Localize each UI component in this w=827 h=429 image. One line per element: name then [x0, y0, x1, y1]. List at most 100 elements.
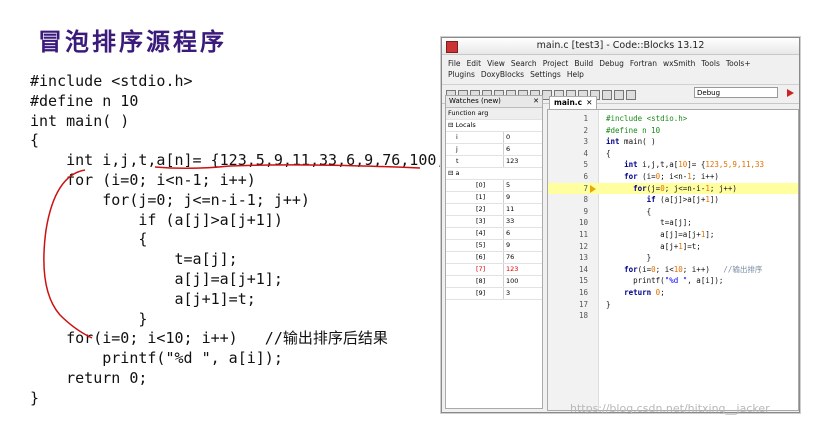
- watch-row[interactable]: Function arg: [446, 108, 542, 120]
- code-line: t=a[j];: [30, 250, 238, 269]
- watch-row[interactable]: [5] 9: [446, 240, 542, 252]
- editor-line[interactable]: 16 return 0;: [548, 287, 798, 298]
- editor-line[interactable]: 3 int main( ): [548, 136, 798, 147]
- close-icon[interactable]: ✕: [533, 96, 539, 107]
- tab-main-c[interactable]: main.c ✕: [549, 96, 598, 109]
- editor-line[interactable]: 12 a[j+1]=t;: [548, 241, 798, 252]
- editor-line[interactable]: 7 for(j=0; j<=n-i-1; j++): [548, 182, 798, 194]
- line-number: 2: [583, 125, 588, 135]
- watch-value: 6: [503, 144, 542, 155]
- watch-name: [7]: [476, 265, 486, 273]
- line-code: a[j]=a[j+1];: [606, 230, 715, 239]
- menu-project[interactable]: Project: [543, 59, 569, 68]
- menu-doxyblocks[interactable]: DoxyBlocks: [481, 70, 524, 79]
- line-code: #include <stdio.h>: [606, 114, 688, 123]
- editor-line[interactable]: 5 int i,j,t,a[10]= {123,5,9,11,33: [548, 159, 798, 170]
- editor-line[interactable]: 11 a[j]=a[j+1];: [548, 229, 798, 240]
- current-line-arrow-icon: [590, 184, 596, 193]
- watch-value: 33: [503, 216, 542, 227]
- editor-line[interactable]: 10 t=a[j];: [548, 217, 798, 228]
- menu-row-2: Plugins DoxyBlocks Settings Help: [448, 69, 793, 80]
- watch-row[interactable]: [7] 123: [446, 264, 542, 276]
- watch-value: 11: [503, 204, 542, 215]
- code-line: a[j+1]=t;: [30, 289, 256, 308]
- watch-value: 123: [503, 264, 542, 275]
- watch-name: [8]: [476, 277, 486, 285]
- watch-value: 76: [503, 252, 542, 263]
- abort-icon[interactable]: [626, 90, 636, 100]
- line-code: a[j+1]=t;: [606, 241, 701, 251]
- editor-line[interactable]: 17}: [548, 299, 798, 310]
- menu-row-1: File Edit View Search Project Build Debug Fortr…: [448, 58, 793, 69]
- editor-line[interactable]: 13 }: [548, 252, 798, 263]
- editor-line[interactable]: 9 {: [548, 206, 798, 217]
- watch-row[interactable]: ⊟ a: [446, 168, 542, 180]
- watch-row[interactable]: [4] 6: [446, 228, 542, 240]
- menu-plugins[interactable]: Plugins: [448, 70, 475, 79]
- build-run-icon[interactable]: [602, 90, 612, 100]
- editor-line[interactable]: 2 #define n 10: [548, 125, 798, 136]
- line-number: 15: [578, 276, 588, 286]
- editor-line[interactable]: 4{: [548, 148, 798, 159]
- code-line: if (a[j]>a[j+1]): [30, 210, 283, 229]
- menu-edit[interactable]: Edit: [467, 59, 482, 68]
- line-code: #define n 10: [606, 125, 661, 135]
- watch-row[interactable]: [0] 5: [446, 180, 542, 192]
- menu-debug[interactable]: Debug: [599, 59, 624, 68]
- code-editor[interactable]: 1 #include <stdio.h> 2 #define n 10 3 int mai…: [547, 109, 799, 411]
- build-target-select[interactable]: Debug: [694, 87, 778, 98]
- menu-help[interactable]: Help: [567, 70, 584, 79]
- watch-row[interactable]: j6: [446, 144, 542, 156]
- line-number: 12: [578, 241, 588, 251]
- editor-tabs: main.c ✕: [549, 96, 598, 109]
- debug-run-icon[interactable]: [787, 89, 794, 97]
- editor-line[interactable]: 8 if (a[j]>a[j+1]): [548, 194, 798, 205]
- watch-name: ⊟ Locals: [448, 121, 476, 129]
- menu-file[interactable]: File: [448, 59, 461, 68]
- line-code: }: [606, 299, 611, 309]
- menu-wxsmith[interactable]: wxSmith: [663, 59, 695, 68]
- menu-bar: File Edit View Search Project Build Debug Fortr…: [442, 55, 799, 85]
- line-number: 3: [583, 137, 588, 147]
- menu-fortran[interactable]: Fortran: [630, 59, 657, 68]
- line-code: {: [606, 206, 652, 216]
- watch-name: [6]: [476, 253, 486, 261]
- menu-tools[interactable]: Tools+: [726, 59, 751, 68]
- code-line: for(i=0; i<10; i++) //输出排序后结果: [30, 329, 388, 348]
- editor-line[interactable]: 14 for(i=0; i<10; i++) //输出排序: [548, 264, 798, 275]
- editor-line[interactable]: 18: [548, 310, 798, 321]
- code-line: int main( ): [30, 111, 130, 130]
- line-code: for (i=0; i<n-1; i++): [624, 172, 719, 181]
- watch-row[interactable]: [8] 100: [446, 276, 542, 288]
- editor-line[interactable]: 15 printf("%d ", a[i]);: [548, 275, 798, 286]
- watch-value: 3: [503, 288, 542, 299]
- watch-row[interactable]: [9] 3: [446, 288, 542, 300]
- code-line: for(j=0; j<=n-i-1; j++): [30, 190, 310, 209]
- watch-row[interactable]: t 123: [446, 156, 542, 168]
- menu-view[interactable]: View: [487, 59, 505, 68]
- watch-row[interactable]: ⊟ Locals: [446, 120, 542, 132]
- watch-value: 6: [503, 228, 542, 239]
- menu-tools[interactable]: Tools: [701, 59, 719, 68]
- watch-name: [2]: [476, 205, 486, 213]
- watch-row[interactable]: [1] 9: [446, 192, 542, 204]
- watch-row[interactable]: [2] 11: [446, 204, 542, 216]
- tab-label: main.c: [554, 98, 583, 107]
- watch-row[interactable]: [3] 33: [446, 216, 542, 228]
- watch-row[interactable]: i0: [446, 132, 542, 144]
- editor-line[interactable]: 6 for (i=0; i<n-1; i++): [548, 171, 798, 182]
- line-number: 18: [578, 311, 588, 321]
- close-icon[interactable]: ✕: [586, 98, 592, 107]
- line-number: 14: [578, 264, 588, 274]
- watch-name: [4]: [476, 229, 486, 237]
- menu-settings[interactable]: Settings: [530, 70, 561, 79]
- watch-name: j: [456, 145, 458, 153]
- rebuild-icon[interactable]: [614, 90, 624, 100]
- line-code: int i,j,t,a[10]= {123,5,9,11,33: [624, 160, 765, 170]
- editor-line[interactable]: 1 #include <stdio.h>: [548, 113, 798, 124]
- watch-row[interactable]: [6] 76: [446, 252, 542, 264]
- code-line: {: [30, 230, 148, 249]
- line-number: 10: [578, 218, 588, 228]
- menu-build[interactable]: Build: [574, 59, 593, 68]
- menu-search[interactable]: Search: [511, 59, 537, 68]
